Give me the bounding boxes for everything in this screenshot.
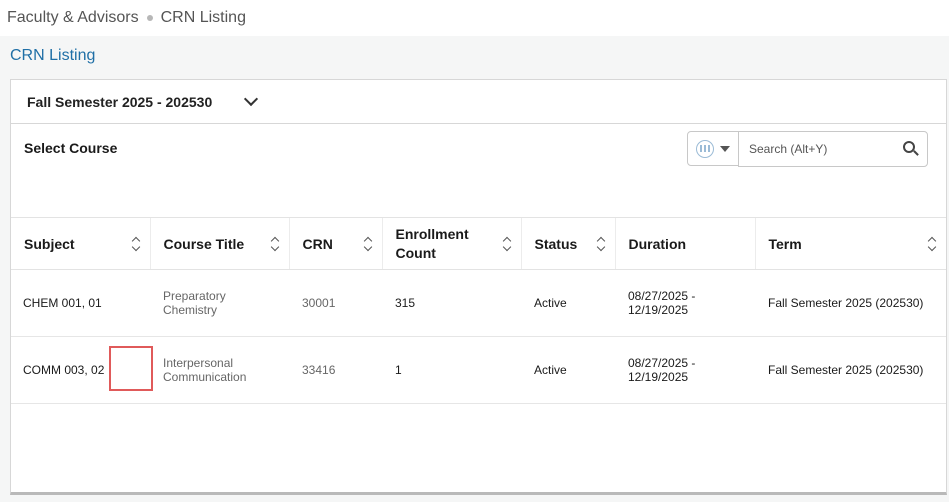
sort-icon[interactable] <box>928 237 936 251</box>
cell-crn: 33416 <box>289 336 382 404</box>
cell-status: Active <box>521 336 615 404</box>
columns-icon <box>696 139 714 158</box>
column-header-enrollment-count[interactable]: Enrollment Count <box>381 217 521 270</box>
page-title: CRN Listing <box>10 47 96 64</box>
crn-card: Fall Semester 2025 - 202530 Select Cours… <box>10 79 947 495</box>
breadcrumb-separator <box>146 15 153 21</box>
sort-icon[interactable] <box>597 237 605 251</box>
term-selector-value: Fall Semester 2025 - 202530 <box>27 93 213 110</box>
sort-icon[interactable] <box>132 237 140 251</box>
chevron-down-icon[interactable] <box>244 91 259 107</box>
cell-term: Fall Semester 2025 (202530) <box>755 269 946 337</box>
cell-crn: 30001 <box>289 269 382 337</box>
cell-duration: 08/27/2025 - 12/19/2025 <box>615 336 755 404</box>
column-header-term[interactable]: Term <box>754 217 946 270</box>
breadcrumb: Faculty & Advisors CRN Listing <box>0 0 949 36</box>
search-input[interactable] <box>749 142 899 156</box>
column-header-course-title[interactable]: Course Title <box>149 217 289 270</box>
cell-duration: 08/27/2025 - 12/19/2025 <box>615 269 755 337</box>
term-selector[interactable]: Fall Semester 2025 - 202530 <box>11 80 946 124</box>
sort-icon[interactable] <box>503 237 511 251</box>
breadcrumb-parent[interactable]: Faculty & Advisors <box>7 9 139 27</box>
column-header-subject[interactable]: Subject <box>11 217 150 270</box>
cell-enrollment: 315 <box>382 269 521 337</box>
column-header-status[interactable]: Status <box>520 217 615 270</box>
cell-course-title: Interpersonal Communication <box>150 336 289 404</box>
table-row[interactable]: CHEM 001, 01 Preparatory Chemistry 30001… <box>11 269 946 337</box>
highlight-box <box>109 346 153 391</box>
column-visibility-button[interactable] <box>687 131 739 166</box>
table-header-row: Subject Course Title CRN Enrollment Coun… <box>11 217 946 270</box>
cell-status: Active <box>521 269 615 337</box>
cell-enrollment: 1 <box>382 336 521 404</box>
column-header-duration[interactable]: Duration <box>614 217 755 270</box>
search-icon[interactable] <box>903 141 915 153</box>
sort-icon[interactable] <box>364 237 372 251</box>
select-course-label: Select Course <box>24 140 118 156</box>
caret-down-icon <box>720 145 730 152</box>
cell-course-title: Preparatory Chemistry <box>150 269 289 337</box>
column-header-crn[interactable]: CRN <box>288 217 382 270</box>
sort-icon[interactable] <box>271 237 279 251</box>
cell-term: Fall Semester 2025 (202530) <box>755 336 946 404</box>
search-box <box>738 131 928 167</box>
breadcrumb-current: CRN Listing <box>160 9 246 26</box>
cell-subject: CHEM 001, 01 <box>11 269 150 337</box>
